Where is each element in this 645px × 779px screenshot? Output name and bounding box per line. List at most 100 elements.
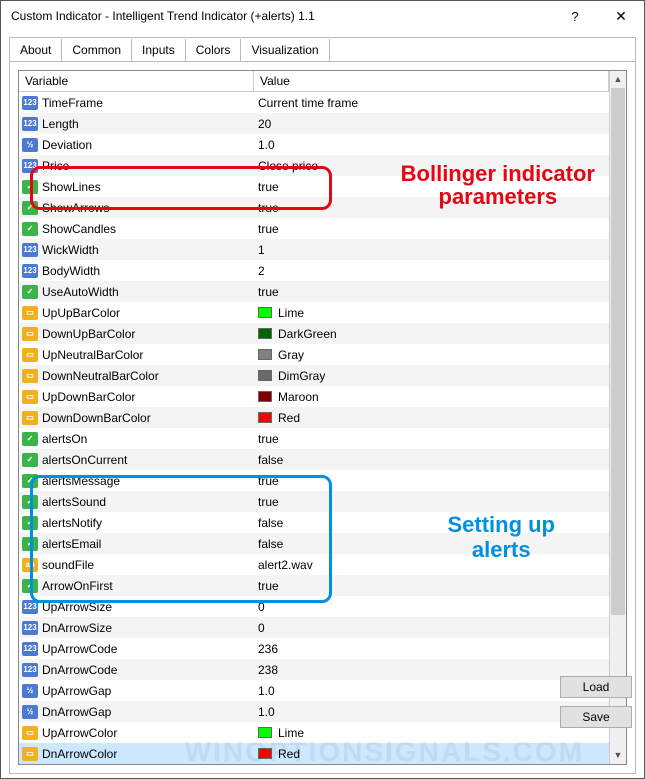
value-text: 0 [258,621,265,635]
table-row[interactable]: ▭DnArrowColorRed [19,743,609,764]
scrollbar[interactable]: ▲ ▼ [609,71,626,764]
close-button[interactable]: ✕ [598,1,644,31]
cell-value[interactable]: Maroon [254,390,609,404]
variable-name: DownDownBarColor [42,411,151,425]
variable-name: UpArrowSize [42,600,112,614]
table-row[interactable]: ▭UpNeutralBarColorGray [19,344,609,365]
cell-value[interactable]: Red [254,411,609,425]
table-row[interactable]: ✓alertsNotifyfalse [19,512,609,533]
variable-name: ShowLines [42,180,101,194]
table-row[interactable]: ½Deviation1.0 [19,134,609,155]
table-row[interactable]: ✓ShowArrowstrue [19,197,609,218]
table-row[interactable]: ½UpArrowGap1.0 [19,680,609,701]
table-row[interactable]: ✓ alertsSound true [19,491,609,512]
cell-value[interactable]: 2 [254,264,609,278]
table-row[interactable]: 123DnArrowSize0 [19,617,609,638]
cell-variable: 123DnArrowCode [19,663,254,677]
table-row[interactable]: ▭DownUpBarColorDarkGreen [19,323,609,344]
table-row[interactable]: ▭UpArrowColorLime [19,722,609,743]
cell-value[interactable]: Lime [254,726,609,740]
variable-name: TimeFrame [42,96,103,110]
cell-value[interactable]: 1 [254,243,609,257]
cell-value[interactable]: true [254,285,609,299]
tab-visualization[interactable]: Visualization [241,39,329,62]
cell-variable: ▭DnArrowColor [19,747,254,761]
help-button[interactable]: ? [552,1,598,31]
table-row[interactable]: ½DnArrowGap1.0 [19,701,609,722]
cell-value[interactable]: true [254,495,609,509]
cell-value[interactable]: true [254,222,609,236]
cell-value[interactable]: 0 [254,600,609,614]
cell-value[interactable]: Close price [254,159,609,173]
variable-name: DnArrowCode [42,663,117,677]
scroll-down-icon[interactable]: ▼ [610,747,626,764]
bool-type-icon: ✓ [22,537,38,551]
color-type-icon: ▭ [22,369,38,383]
table-row[interactable]: ✓alertsOntrue [19,428,609,449]
cell-value[interactable]: true [254,180,609,194]
cell-value[interactable]: DimGray [254,369,609,383]
variable-name: UpNeutralBarColor [42,348,143,362]
cell-value[interactable]: Gray [254,348,609,362]
cell-value[interactable]: Lime [254,306,609,320]
variable-name: BodyWidth [42,264,100,278]
cell-value[interactable]: 1.0 [254,138,609,152]
table-row[interactable]: 123UpArrowCode236 [19,638,609,659]
cell-value[interactable]: false [254,516,609,530]
bool-type-icon: ✓ [22,495,38,509]
table-row[interactable]: 123PriceClose price [19,155,609,176]
load-button[interactable]: Load [560,676,632,698]
color-swatch [258,328,272,339]
cell-value[interactable]: true [254,579,609,593]
cell-value[interactable]: 1.0 [254,705,609,719]
table-row[interactable]: ✓alertsEmailfalse [19,533,609,554]
tab-colors[interactable]: Colors [186,39,242,62]
tab-inputs[interactable]: Inputs [132,39,186,62]
cell-value[interactable]: false [254,453,609,467]
cell-value[interactable]: 1.0 [254,684,609,698]
table-row[interactable]: ▭DownDownBarColorRed [19,407,609,428]
scroll-thumb[interactable] [611,88,625,615]
table-row[interactable]: ✓ShowCandlestrue [19,218,609,239]
cell-value[interactable]: Red [254,747,609,761]
variable-name: alertsOn [42,432,87,446]
table-row[interactable]: ✓ShowLinestrue [19,176,609,197]
table-row[interactable]: ▭UpUpBarColorLime [19,302,609,323]
table-row[interactable]: 123WickWidth1 [19,239,609,260]
cell-value[interactable]: Current time frame [254,96,609,110]
cell-value[interactable]: 0 [254,621,609,635]
scroll-up-icon[interactable]: ▲ [610,71,626,88]
variable-name: ShowCandles [42,222,116,236]
cell-value[interactable]: DarkGreen [254,327,609,341]
table-row[interactable]: 123TimeFrameCurrent time frame [19,92,609,113]
table-row[interactable]: ✓ArrowOnFirsttrue [19,575,609,596]
variable-name: DnArrowGap [42,705,111,719]
cell-value[interactable]: true [254,474,609,488]
table-row[interactable]: 123DnArrowCode238 [19,659,609,680]
int-type-icon: 123 [22,600,38,614]
cell-value[interactable]: alert2.wav [254,558,609,572]
tab-common[interactable]: Common [62,39,132,62]
col-header-value[interactable]: Value [254,71,609,91]
table-row[interactable]: 123 UpArrowSize 0 [19,596,609,617]
table-row[interactable]: 123BodyWidth2 [19,260,609,281]
cell-value[interactable]: true [254,201,609,215]
cell-value[interactable]: 20 [254,117,609,131]
col-header-variable[interactable]: Variable [19,71,254,91]
save-button[interactable]: Save [560,706,632,728]
table-row[interactable]: ▭DownNeutralBarColorDimGray [19,365,609,386]
table-row[interactable]: ✓UseAutoWidthtrue [19,281,609,302]
table-row[interactable]: ▭UpDownBarColorMaroon [19,386,609,407]
cell-value[interactable]: false [254,537,609,551]
tab-about[interactable]: About [10,39,62,62]
cell-value[interactable]: 236 [254,642,609,656]
cell-value[interactable]: 238 [254,663,609,677]
variable-name: alertsSound [42,495,106,509]
value-text: true [258,180,279,194]
table-row[interactable]: ✓alertsOnCurrentfalse [19,449,609,470]
table-row[interactable]: absoundFilealert2.wav [19,554,609,575]
table-row[interactable]: 123Length20 [19,113,609,134]
variable-name: UpUpBarColor [42,306,120,320]
table-row[interactable]: ✓alertsMessagetrue [19,470,609,491]
cell-value[interactable]: true [254,432,609,446]
